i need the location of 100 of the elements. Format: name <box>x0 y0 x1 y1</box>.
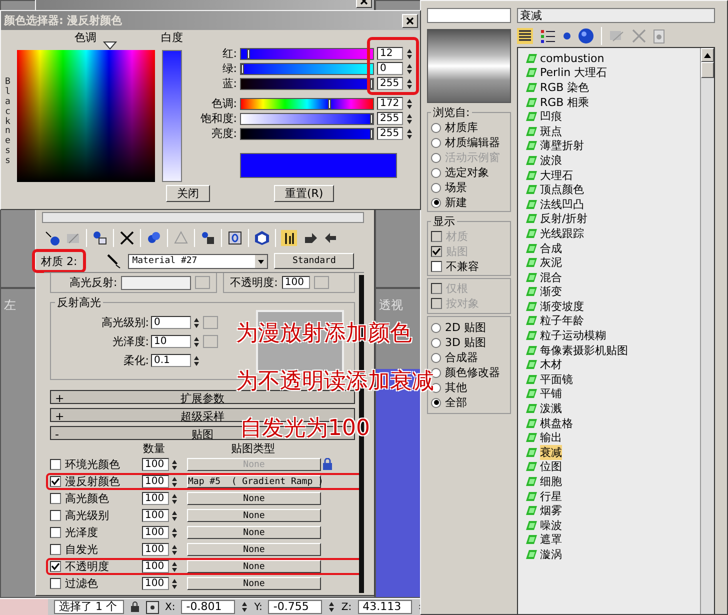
number-field[interactable]: 0.1 <box>151 354 191 367</box>
spinner-icon[interactable] <box>171 458 178 470</box>
radio-button[interactable] <box>431 122 441 132</box>
spinner-icon[interactable] <box>406 128 413 140</box>
name-field[interactable]: 衰减 <box>517 8 715 23</box>
number-field[interactable]: 255 <box>377 127 403 140</box>
search-field[interactable] <box>427 8 511 23</box>
channel-slider[interactable] <box>240 128 374 140</box>
get-material-icon[interactable] <box>44 230 60 246</box>
spinner-icon[interactable] <box>193 336 200 348</box>
slider-thumb[interactable] <box>370 78 373 88</box>
number-field[interactable]: 100 <box>142 475 169 488</box>
number-field[interactable]: 12 <box>377 47 403 60</box>
map-type-item[interactable]: RGB 相乘 <box>540 94 590 110</box>
lock-icon[interactable] <box>130 601 140 613</box>
map-type-item[interactable]: 每像素摄影机贴图 <box>540 342 628 358</box>
close-button[interactable] <box>402 14 418 28</box>
number-field[interactable]: 0 <box>377 62 403 75</box>
channel-slider[interactable] <box>240 78 374 90</box>
map-type-item[interactable]: 平铺 <box>540 386 562 402</box>
map-type-item[interactable]: Perlin 大理石 <box>540 65 608 80</box>
map-type-item[interactable]: 棋盘格 <box>540 416 573 431</box>
radio-button[interactable] <box>431 398 441 408</box>
map-type-item[interactable]: 法线凹凸 <box>540 196 584 212</box>
map-button[interactable]: None <box>187 577 321 590</box>
scroll-thumb[interactable] <box>701 62 714 78</box>
checkbox[interactable] <box>431 261 442 272</box>
spinner-icon[interactable] <box>171 544 178 556</box>
radio-button[interactable] <box>431 322 441 332</box>
map-type-item[interactable]: 位图 <box>540 459 562 474</box>
copy-icon[interactable] <box>146 230 162 246</box>
slider-thumb[interactable] <box>247 48 250 58</box>
map-type-item[interactable]: 合成 <box>540 240 562 256</box>
channel-slider[interactable] <box>240 112 374 124</box>
save-icon[interactable] <box>200 230 216 246</box>
list-icons-icon[interactable] <box>540 28 556 44</box>
slider-thumb[interactable] <box>328 98 332 108</box>
number-field[interactable]: 172 <box>377 97 403 110</box>
radio-button[interactable] <box>431 138 441 148</box>
lock-icon[interactable] <box>322 458 333 471</box>
map-button[interactable]: Map #5 ( Gradient Ramp ) <box>187 475 321 488</box>
map-button[interactable]: None <box>187 543 321 556</box>
spinner-icon[interactable] <box>171 476 178 488</box>
color-slot[interactable] <box>121 276 192 290</box>
map-display-icon[interactable] <box>254 230 270 246</box>
spinner-icon[interactable] <box>406 112 413 124</box>
map-button[interactable]: None <box>187 509 321 522</box>
vertical-scrollbar[interactable] <box>700 48 714 614</box>
radio-option[interactable]: 选定对象 <box>431 165 507 180</box>
radio-option[interactable]: 材质库 <box>431 120 507 135</box>
number-field[interactable]: 0 <box>151 316 191 329</box>
map-type-item[interactable]: 噪波 <box>540 518 562 533</box>
checkbox[interactable] <box>50 578 61 589</box>
map-type-item[interactable]: 漩涡 <box>540 546 562 562</box>
spinner-icon[interactable] <box>171 578 178 590</box>
spinner-icon[interactable] <box>406 78 413 90</box>
number-field[interactable]: 100 <box>142 543 169 556</box>
map-type-item[interactable]: 遮罩 <box>540 532 562 548</box>
radio-option[interactable]: 3D 贴图 <box>431 335 507 350</box>
map-button[interactable]: None <box>187 560 321 573</box>
material-id-icon[interactable] <box>227 230 243 246</box>
spinner-icon[interactable] <box>171 560 178 572</box>
map-button[interactable]: None <box>187 492 321 505</box>
number-field[interactable]: 100 <box>142 509 169 522</box>
number-field[interactable]: 100 <box>142 560 169 573</box>
map-type-item[interactable]: 衰减 <box>540 444 562 460</box>
radio-button[interactable] <box>431 338 441 348</box>
checkbox[interactable] <box>50 493 61 504</box>
spinner-icon[interactable] <box>171 510 178 522</box>
dialog-button[interactable]: 重置(R) <box>274 185 334 202</box>
number-field[interactable]: 100 <box>142 577 169 590</box>
map-type-item[interactable]: 渐变坡度 <box>540 298 584 314</box>
number-field[interactable]: 255 <box>377 77 403 90</box>
material-name-dropdown[interactable]: Material #27 <box>128 254 268 268</box>
dialog-button[interactable]: 关闭 <box>166 185 210 202</box>
spinner-icon[interactable] <box>328 601 336 613</box>
radio-button[interactable] <box>431 198 441 208</box>
checkbox[interactable] <box>50 544 61 555</box>
map-type-item[interactable]: 烟雾 <box>540 503 562 518</box>
radio-option[interactable]: 材质编辑器 <box>431 135 507 150</box>
number-field[interactable]: 100 <box>142 458 169 471</box>
radio-button[interactable] <box>431 352 441 362</box>
scroll-up-icon[interactable] <box>704 52 711 58</box>
spinner-icon[interactable] <box>171 492 178 504</box>
map-type-item[interactable]: 平面镜 <box>540 372 573 387</box>
material-type-button[interactable]: Standard <box>274 253 354 269</box>
coordinate-field[interactable]: -0.801 <box>181 600 236 614</box>
spinner-icon[interactable] <box>241 601 248 613</box>
map-type-item[interactable]: 木材 <box>540 357 562 372</box>
map-type-item[interactable]: 顶点颜色 <box>540 182 584 198</box>
number-field[interactable]: 10 <box>151 335 191 348</box>
spinner-icon[interactable] <box>406 62 413 74</box>
number-field[interactable]: 100 <box>142 526 169 539</box>
map-type-item[interactable]: 混合 <box>540 270 562 285</box>
map-type-item[interactable]: 输出 <box>540 430 562 446</box>
spinner-icon[interactable] <box>406 48 413 60</box>
checkbox[interactable] <box>50 510 61 521</box>
rollout-bar[interactable]: + 扩展参数 <box>50 390 355 404</box>
map-type-item[interactable]: 大理石 <box>540 168 573 183</box>
channel-slider[interactable] <box>240 62 374 74</box>
